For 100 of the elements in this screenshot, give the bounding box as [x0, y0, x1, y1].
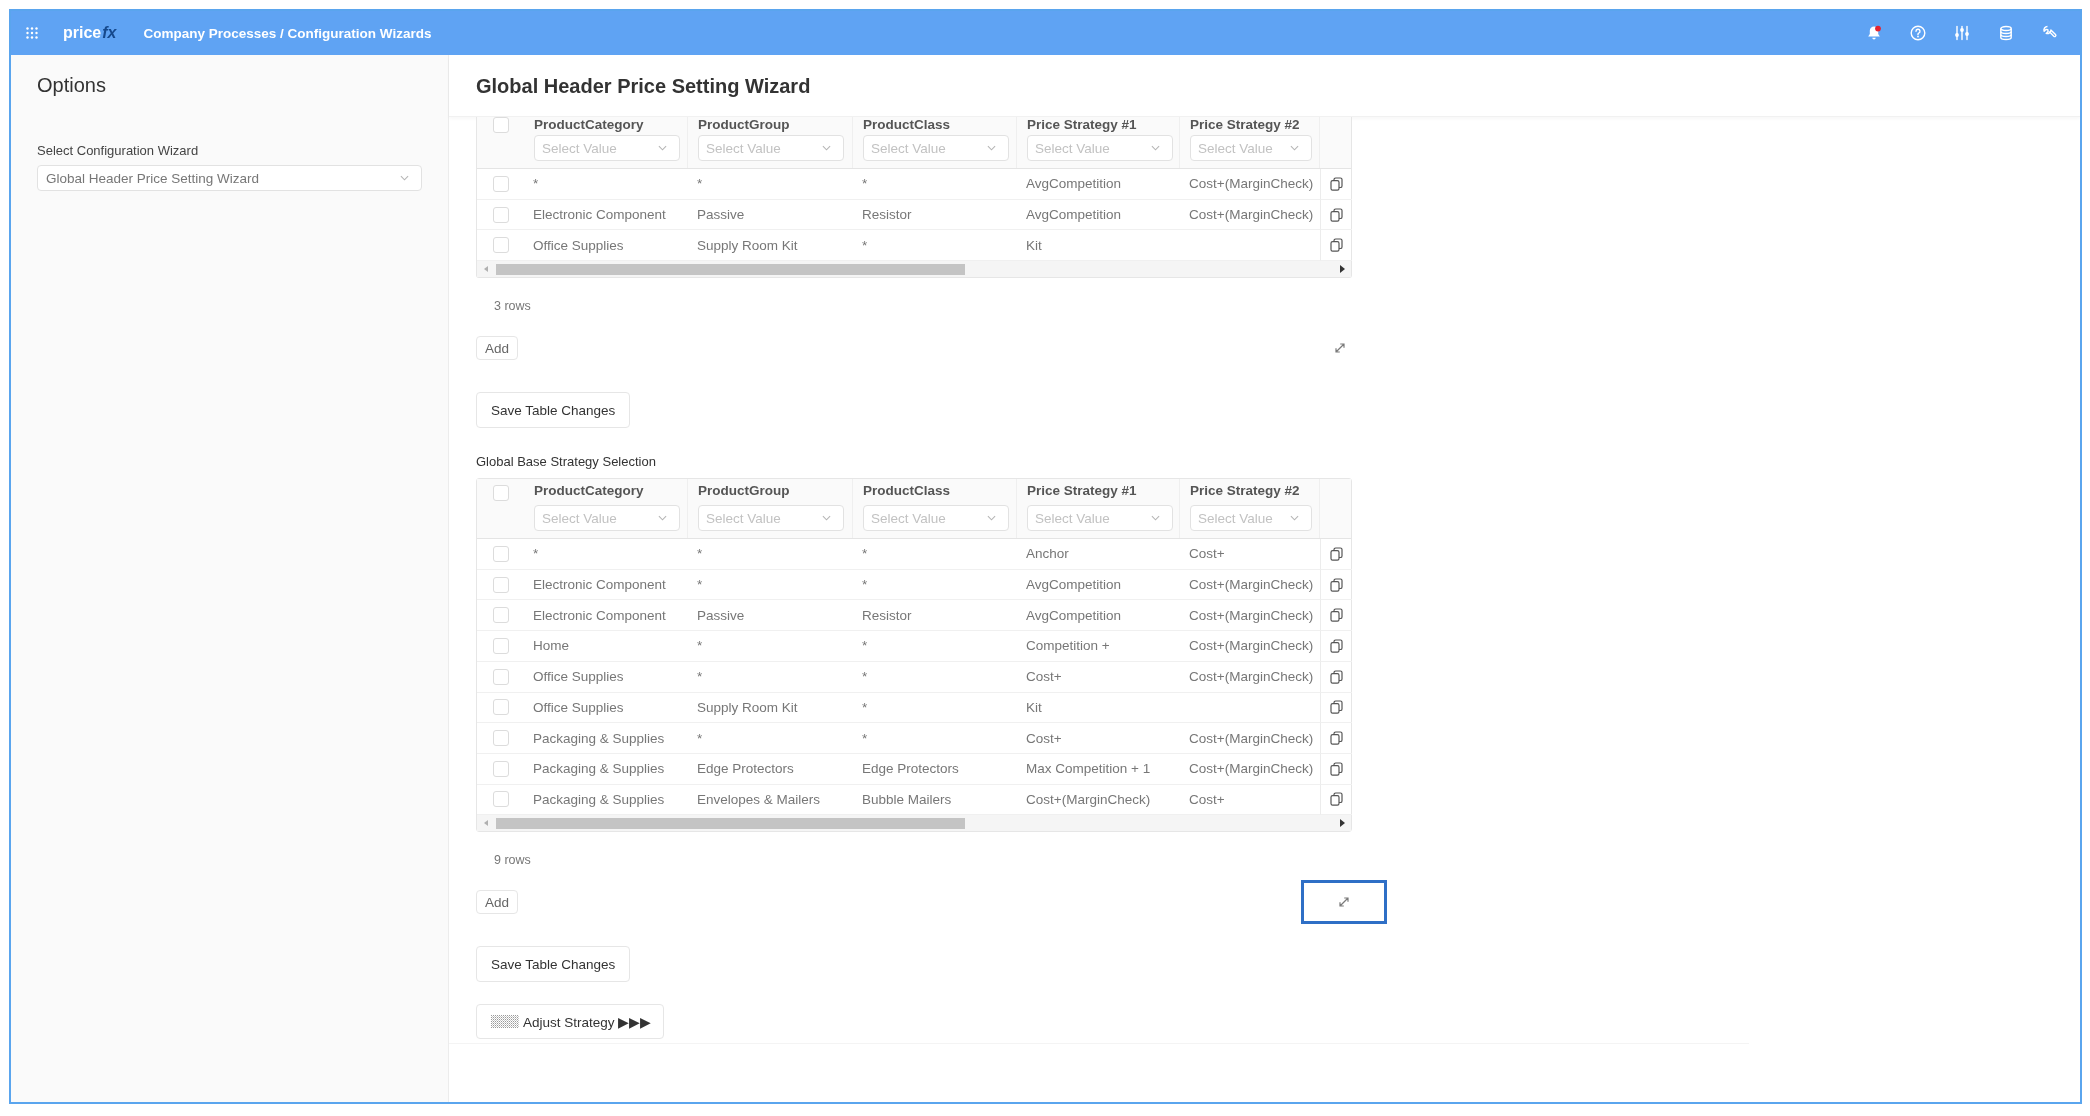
table-cell: * [853, 661, 1017, 693]
copy-icon[interactable] [1330, 577, 1343, 592]
checkbox[interactable] [492, 730, 509, 747]
row-count: 9 rows [493, 852, 531, 869]
column-header[interactable]: Price Strategy #2 [1190, 117, 1300, 133]
row-count: 3 rows [493, 298, 531, 315]
dotted-tile-icon [491, 1015, 519, 1029]
checkbox[interactable] [492, 791, 509, 808]
table-cell: * [688, 569, 853, 601]
chevron-icon [1151, 145, 1160, 151]
column-header[interactable]: ProductCategory [534, 483, 644, 500]
chevron-icon [1290, 145, 1299, 151]
database-icon[interactable] [1998, 25, 2014, 41]
expand-icon [1338, 896, 1350, 909]
app-logo[interactable]: pricefx [63, 23, 117, 43]
table-cell: AvgCompetition [1017, 199, 1180, 231]
horizontal-scrollbar[interactable] [477, 261, 1351, 278]
column-header[interactable]: ProductClass [863, 483, 951, 500]
table-cell: Cost+ [1180, 539, 1320, 570]
copy-icon[interactable] [1330, 731, 1343, 746]
sliders-icon[interactable] [1954, 25, 1970, 41]
table-cell: Packaging & Supplies [524, 723, 688, 754]
table-cell: Kit [1017, 692, 1180, 724]
copy-icon[interactable] [1330, 176, 1343, 191]
checkbox[interactable] [492, 545, 509, 562]
checkbox[interactable] [492, 607, 509, 624]
copy-icon[interactable] [1330, 608, 1343, 623]
table-cell: Cost+(MarginCheck) [1180, 661, 1320, 693]
copy-icon[interactable] [1330, 792, 1343, 807]
table-cell: Cost+ [1017, 661, 1180, 693]
chevron-icon [400, 175, 409, 181]
checkbox[interactable] [492, 699, 509, 716]
table-cell: Cost+ [1017, 723, 1180, 754]
chevron-icon [822, 515, 831, 522]
table-cell: * [688, 169, 853, 200]
checkbox[interactable] [492, 206, 509, 223]
table-cell: Home [524, 631, 688, 662]
save-button[interactable]: Save Table Changes [476, 946, 631, 983]
table-cell: * [524, 539, 688, 570]
add-button[interactable]: Add [476, 336, 519, 361]
table-cell: Office Supplies [524, 692, 688, 724]
help-icon[interactable] [1910, 25, 1926, 41]
table-cell: Max Competition + 1 [1017, 753, 1180, 785]
table-cell: Cost+(MarginCheck) [1180, 169, 1320, 200]
chevron-icon [658, 145, 667, 151]
table-cell: Electronic Component [524, 199, 688, 231]
copy-icon[interactable] [1330, 638, 1343, 653]
checkbox[interactable] [492, 760, 509, 777]
checkbox[interactable] [492, 117, 509, 133]
panel-title: Options [37, 73, 107, 97]
adjust-strategy-button[interactable]: Adjust Strategy ▶▶▶ [476, 1004, 665, 1040]
table-cell: * [853, 631, 1017, 662]
table-cell: * [853, 692, 1017, 724]
column-header[interactable]: Price Strategy #1 [1027, 483, 1137, 500]
checkbox[interactable] [492, 175, 509, 192]
table-cell: Office Supplies [524, 661, 688, 693]
copy-icon[interactable] [1330, 761, 1343, 776]
column-header[interactable]: Price Strategy #1 [1027, 117, 1137, 133]
checkbox[interactable] [492, 237, 509, 254]
checkbox[interactable] [492, 576, 509, 593]
copy-icon[interactable] [1330, 669, 1343, 684]
table-cell: Edge Protectors [688, 753, 853, 785]
bell-icon[interactable] [1866, 25, 1882, 41]
table-cell: * [688, 661, 853, 693]
apps-grid-icon[interactable] [26, 27, 38, 39]
wizard-dropdown[interactable]: Global Header Price Setting Wizard [37, 165, 422, 191]
table-cell: Resistor [853, 199, 1017, 231]
copy-icon[interactable] [1330, 238, 1343, 253]
table-cell: Electronic Component [524, 569, 688, 601]
table-cell: * [853, 539, 1017, 570]
table-cell: Electronic Component [524, 600, 688, 632]
table-cell: Cost+(MarginCheck) [1180, 753, 1320, 785]
checkbox[interactable] [492, 668, 509, 685]
table-cell: Anchor [1017, 539, 1180, 570]
expand-button[interactable] [1301, 880, 1387, 925]
table-cell: * [688, 631, 853, 662]
table-cell: AvgCompetition [1017, 600, 1180, 632]
table-cell: * [853, 723, 1017, 754]
table-cell: Cost+(MarginCheck) [1180, 631, 1320, 662]
copy-icon[interactable] [1330, 700, 1343, 715]
save-button[interactable]: Save Table Changes [476, 392, 631, 429]
table-cell: AvgCompetition [1017, 569, 1180, 601]
horizontal-scrollbar[interactable] [477, 815, 1351, 832]
table-cell: Edge Protectors [853, 753, 1017, 785]
copy-icon[interactable] [1330, 207, 1343, 222]
table-cell: Resistor [853, 600, 1017, 632]
column-header[interactable]: ProductGroup [698, 117, 790, 133]
table-cell: * [688, 723, 853, 754]
column-header[interactable]: Price Strategy #2 [1190, 483, 1300, 500]
column-header[interactable]: ProductGroup [698, 483, 790, 500]
table-title: Global Base Strategy Selection [476, 454, 656, 471]
column-header[interactable]: ProductCategory [534, 117, 644, 133]
table-cell: * [524, 169, 688, 200]
table-cell: * [688, 539, 853, 570]
checkbox[interactable] [492, 485, 509, 502]
column-header[interactable]: ProductClass [863, 117, 951, 133]
checkbox[interactable] [492, 637, 509, 654]
table-cell: Competition + [1017, 631, 1180, 662]
copy-icon[interactable] [1330, 546, 1343, 561]
add-button[interactable]: Add [476, 890, 519, 915]
